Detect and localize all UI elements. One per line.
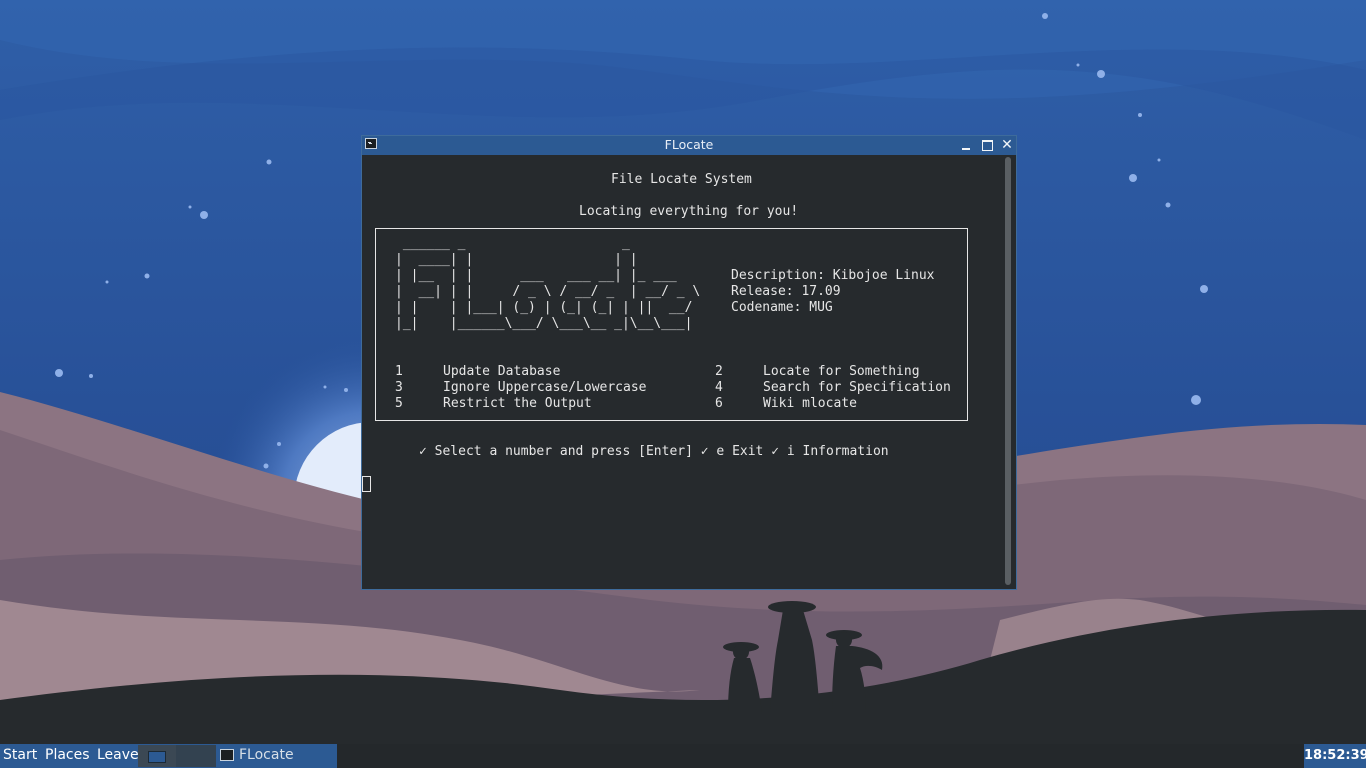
terminal-window: FLocate ✕ File Locate System Locating ev… — [361, 135, 1017, 590]
close-icon: ✕ — [1001, 137, 1013, 153]
minimize-button[interactable] — [958, 137, 974, 153]
menu-item-number: 6 — [715, 396, 723, 411]
maximize-icon — [982, 140, 993, 151]
prompt-hint: ✓ Select a number and press [Enter] ✓ e … — [419, 444, 889, 459]
leave-menu-button[interactable]: Leave — [97, 747, 139, 763]
menu-item-label: Search for Specification — [763, 380, 951, 395]
start-menu-button[interactable]: Start — [3, 747, 37, 763]
taskbar-left-panel: Start Places Leave FLocate — [0, 744, 337, 768]
minimize-icon — [962, 148, 970, 150]
logo-line: ______ _ _ — [395, 236, 630, 251]
logo-line: | ____| | | | — [395, 252, 638, 267]
app-header: File Locate System — [611, 172, 752, 187]
app-subheader: Locating everything for you! — [579, 204, 799, 219]
terminal-area[interactable]: File Locate System Locating everything f… — [362, 155, 1016, 589]
logo-line: |_| |______\___/ \___\__ _|\__\___| — [395, 316, 693, 331]
close-button[interactable]: ✕ — [999, 137, 1015, 153]
terminal-icon — [220, 749, 234, 761]
places-menu-button[interactable]: Places — [45, 747, 90, 763]
logo-line: | |__ | | ___ ___ __| |_ ___ — [395, 268, 677, 283]
menu-item-label: Update Database — [443, 364, 561, 379]
window-title: FLocate — [664, 137, 714, 152]
info-codename: Codename: MUG — [731, 300, 833, 315]
maximize-button[interactable] — [979, 137, 995, 153]
desktop: FLocate ✕ File Locate System Locating ev… — [0, 0, 1366, 768]
menu-item-label: Wiki mlocate — [763, 396, 857, 411]
workspace-1-button[interactable] — [138, 745, 176, 767]
menu-item-number: 4 — [715, 380, 723, 395]
menu-item-number: 2 — [715, 364, 723, 379]
taskbar-window-label: FLocate — [239, 747, 294, 763]
logo-line: | __| | | / _ \ / __/ _ | __/ _ \ — [395, 284, 701, 299]
menu-item-label: Locate for Something — [763, 364, 920, 379]
workspace-2-button[interactable] — [176, 745, 216, 767]
workspace-window-preview-icon — [148, 751, 166, 763]
info-description: Description: Kibojoe Linux — [731, 268, 935, 283]
menu-item-number: 5 — [395, 396, 403, 411]
menu-item-label: Restrict the Output — [443, 396, 592, 411]
info-release: Release: 17.09 — [731, 284, 841, 299]
scrollbar[interactable] — [1005, 157, 1011, 585]
taskbar-window-flocate[interactable]: FLocate — [216, 745, 337, 767]
menu-item-label: Ignore Uppercase/Lowercase — [443, 380, 647, 395]
menu-item-number: 1 — [395, 364, 403, 379]
menu-item-number: 3 — [395, 380, 403, 395]
logo-line: | | | |___| (_) | (_| (_| | || __/ — [395, 300, 693, 315]
text-cursor — [362, 476, 371, 492]
clock[interactable]: 18:52:39 — [1304, 744, 1366, 768]
window-titlebar[interactable]: FLocate ✕ — [362, 136, 1016, 155]
